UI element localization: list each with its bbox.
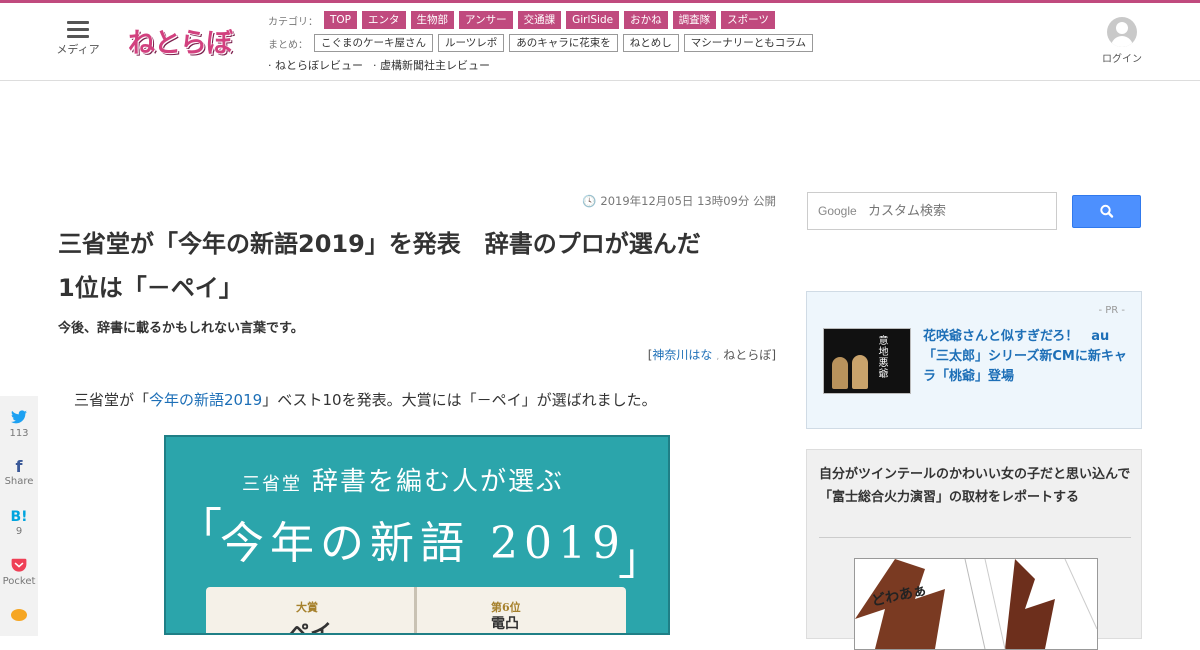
hero-bracket-close: 」 xyxy=(618,534,662,585)
hero-image: 三省堂 辞書を編む人が選ぶ 「 今年の新語 2019 」 大賞 ペイ 第6位 電凸 xyxy=(164,435,670,635)
article-lead: 三省堂が「今年の新語2019」ベスト10を発表。大賞には「－ペイ」が選ばれました… xyxy=(74,389,657,410)
author-link[interactable]: 神奈川はな xyxy=(652,348,712,362)
search-input[interactable] xyxy=(808,193,1056,229)
pr-box[interactable]: - PR - 意地悪爺 花咲爺さんと似すぎだろ！ au「三太郎」シリーズ新CMに… xyxy=(806,291,1142,429)
login-label: ログイン xyxy=(1102,54,1142,65)
line-share-button[interactable] xyxy=(0,608,38,626)
lead-text-post: 」ベスト10を発表。大賞には「－ペイ」が選ばれました。 xyxy=(262,391,657,409)
book-left-label: 大賞 xyxy=(296,601,318,614)
category-tag-girlside[interactable]: GirlSide xyxy=(566,11,620,29)
publish-date-text: 2019年12月05日 13時09分 公開 xyxy=(600,194,776,208)
menu-label: メディア xyxy=(56,43,100,56)
hatena-bookmark-button[interactable]: B! 9 xyxy=(0,508,38,538)
site-logo[interactable]: ねとらぼ xyxy=(126,15,240,65)
matome-tag[interactable]: こぐまのケーキ屋さん xyxy=(314,34,433,52)
hero-publisher: 三省堂 xyxy=(242,474,302,495)
hero-bracket-open: 「 xyxy=(178,504,222,555)
pocket-label: Pocket xyxy=(2,576,36,587)
login-button[interactable]: ログイン xyxy=(1096,17,1148,65)
clock-icon: 🕓 xyxy=(582,194,597,208)
twitter-count: 113 xyxy=(9,428,29,439)
facebook-label: Share xyxy=(4,476,34,487)
category-tag-top[interactable]: TOP xyxy=(324,11,358,29)
pocket-icon xyxy=(0,558,38,576)
review-link-label: ねとらぼレビュー xyxy=(275,59,363,72)
related-article-image[interactable]: どわあぁ xyxy=(854,558,1098,650)
pr-thumbnail-figure xyxy=(832,357,848,389)
user-avatar-icon xyxy=(1107,17,1137,47)
book-right-word: 電凸 xyxy=(491,616,519,632)
search-icon xyxy=(1100,204,1114,218)
related-article-title[interactable]: 自分がツインテールのかわいい女の子だと思い込んで「富士総合火力演習」の取材をレポ… xyxy=(819,463,1131,509)
article-title-line2: 1位は「－ペイ」 xyxy=(58,274,243,302)
book-spine xyxy=(414,587,417,633)
article-title: 三省堂が「今年の新語2019」を発表 辞書のプロが選んだ 1位は「－ペイ」 xyxy=(58,222,782,310)
category-tag-koutsuuka[interactable]: 交通課 xyxy=(517,11,562,29)
hero-caption: 辞書を編む人が選ぶ xyxy=(312,467,565,497)
lead-text-pre: 三省堂が「 xyxy=(74,391,150,409)
facebook-share-button[interactable]: f Share xyxy=(0,458,38,488)
divider xyxy=(819,537,1131,538)
matome-tag[interactable]: ねとめし xyxy=(622,34,679,52)
publish-date: 🕓 2019年12月05日 13時09分 公開 xyxy=(560,193,776,209)
review-links: · ねとらぼレビュー · 虚構新聞社主レビュー xyxy=(268,57,500,73)
review-link-kyokou[interactable]: · 虚構新聞社主レビュー xyxy=(373,57,490,73)
hero-book: 大賞 ペイ 第6位 電凸 xyxy=(206,587,626,635)
matome-tag[interactable]: マシーナリーともコラム xyxy=(683,34,813,52)
category-tag-sports[interactable]: スポーツ xyxy=(721,11,775,29)
logo-text: ねとらぼ xyxy=(128,28,233,59)
pr-title-link[interactable]: 花咲爺さんと似すぎだろ！ au「三太郎」シリーズ新CMに新キャラ「桃爺」登場 xyxy=(923,327,1131,387)
hatena-count: 9 xyxy=(15,526,23,537)
pr-thumbnail[interactable]: 意地悪爺 xyxy=(823,328,911,394)
lead-link[interactable]: 今年の新語2019 xyxy=(149,391,262,409)
book-left-word: ペイ xyxy=(288,620,333,635)
category-tag-seibutsubu[interactable]: 生物部 xyxy=(410,11,455,29)
twitter-icon xyxy=(0,410,38,428)
byline-separator: , xyxy=(716,352,720,362)
pr-label: - PR - xyxy=(1098,305,1125,316)
category-nav: カテゴリ： TOP エンタ 生物部 アンサー 交通課 GirlSide おかね … xyxy=(268,11,780,29)
search-button[interactable] xyxy=(1072,195,1141,228)
related-article-card[interactable]: 自分がツインテールのかわいい女の子だと思い込んで「富士総合火力演習」の取材をレポ… xyxy=(806,449,1142,650)
share-bar: 113 f Share B! 9 Pocket xyxy=(0,396,38,636)
pr-thumbnail-figure xyxy=(852,355,868,389)
review-link-label: 虚構新聞社主レビュー xyxy=(380,59,490,72)
hatena-icon: B! xyxy=(10,509,28,525)
category-tag-enta[interactable]: エンタ xyxy=(362,11,406,29)
article-title-line1: 三省堂が「今年の新語2019」を発表 辞書のプロが選んだ xyxy=(58,230,701,258)
category-tag-okane[interactable]: おかね xyxy=(624,11,668,29)
hamburger-icon xyxy=(67,21,89,38)
menu-button[interactable]: メディア xyxy=(54,21,102,57)
facebook-icon: f xyxy=(15,457,23,476)
category-tag-answer[interactable]: アンサー xyxy=(459,11,513,29)
twitter-share-button[interactable]: 113 xyxy=(0,410,38,440)
pocket-button[interactable]: Pocket xyxy=(0,558,38,588)
review-link-netorabo[interactable]: · ねとらぼレビュー xyxy=(268,57,363,73)
category-tag-chousatai[interactable]: 調査隊 xyxy=(672,11,717,29)
byline-site: ねとらぼ xyxy=(723,348,772,362)
matome-label: まとめ： xyxy=(268,39,308,51)
site-header: メディア ねとらぼ カテゴリ： TOP エンタ 生物部 アンサー 交通課 Gir… xyxy=(0,3,1200,81)
matome-tag[interactable]: あのキャラに花束を xyxy=(509,34,618,52)
article-subtitle: 今後、辞書に載るかもしれない言葉です。 xyxy=(58,321,304,336)
matome-nav: まとめ： こぐまのケーキ屋さん ルーツレポ あのキャラに花束を ねとめし マシー… xyxy=(268,34,818,52)
category-label: カテゴリ： xyxy=(268,16,318,28)
pr-thumbnail-text: 意地悪爺 xyxy=(876,335,887,379)
hero-headline: 今年の新語 2019 xyxy=(220,518,626,569)
article-byline: [神奈川はな, ねとらぼ] xyxy=(647,348,776,362)
chat-bubble-icon xyxy=(0,608,38,626)
custom-search-box: Google xyxy=(807,192,1057,230)
hero-line1: 三省堂 辞書を編む人が選ぶ xyxy=(242,461,564,498)
matome-tag[interactable]: ルーツレポ xyxy=(438,34,505,52)
